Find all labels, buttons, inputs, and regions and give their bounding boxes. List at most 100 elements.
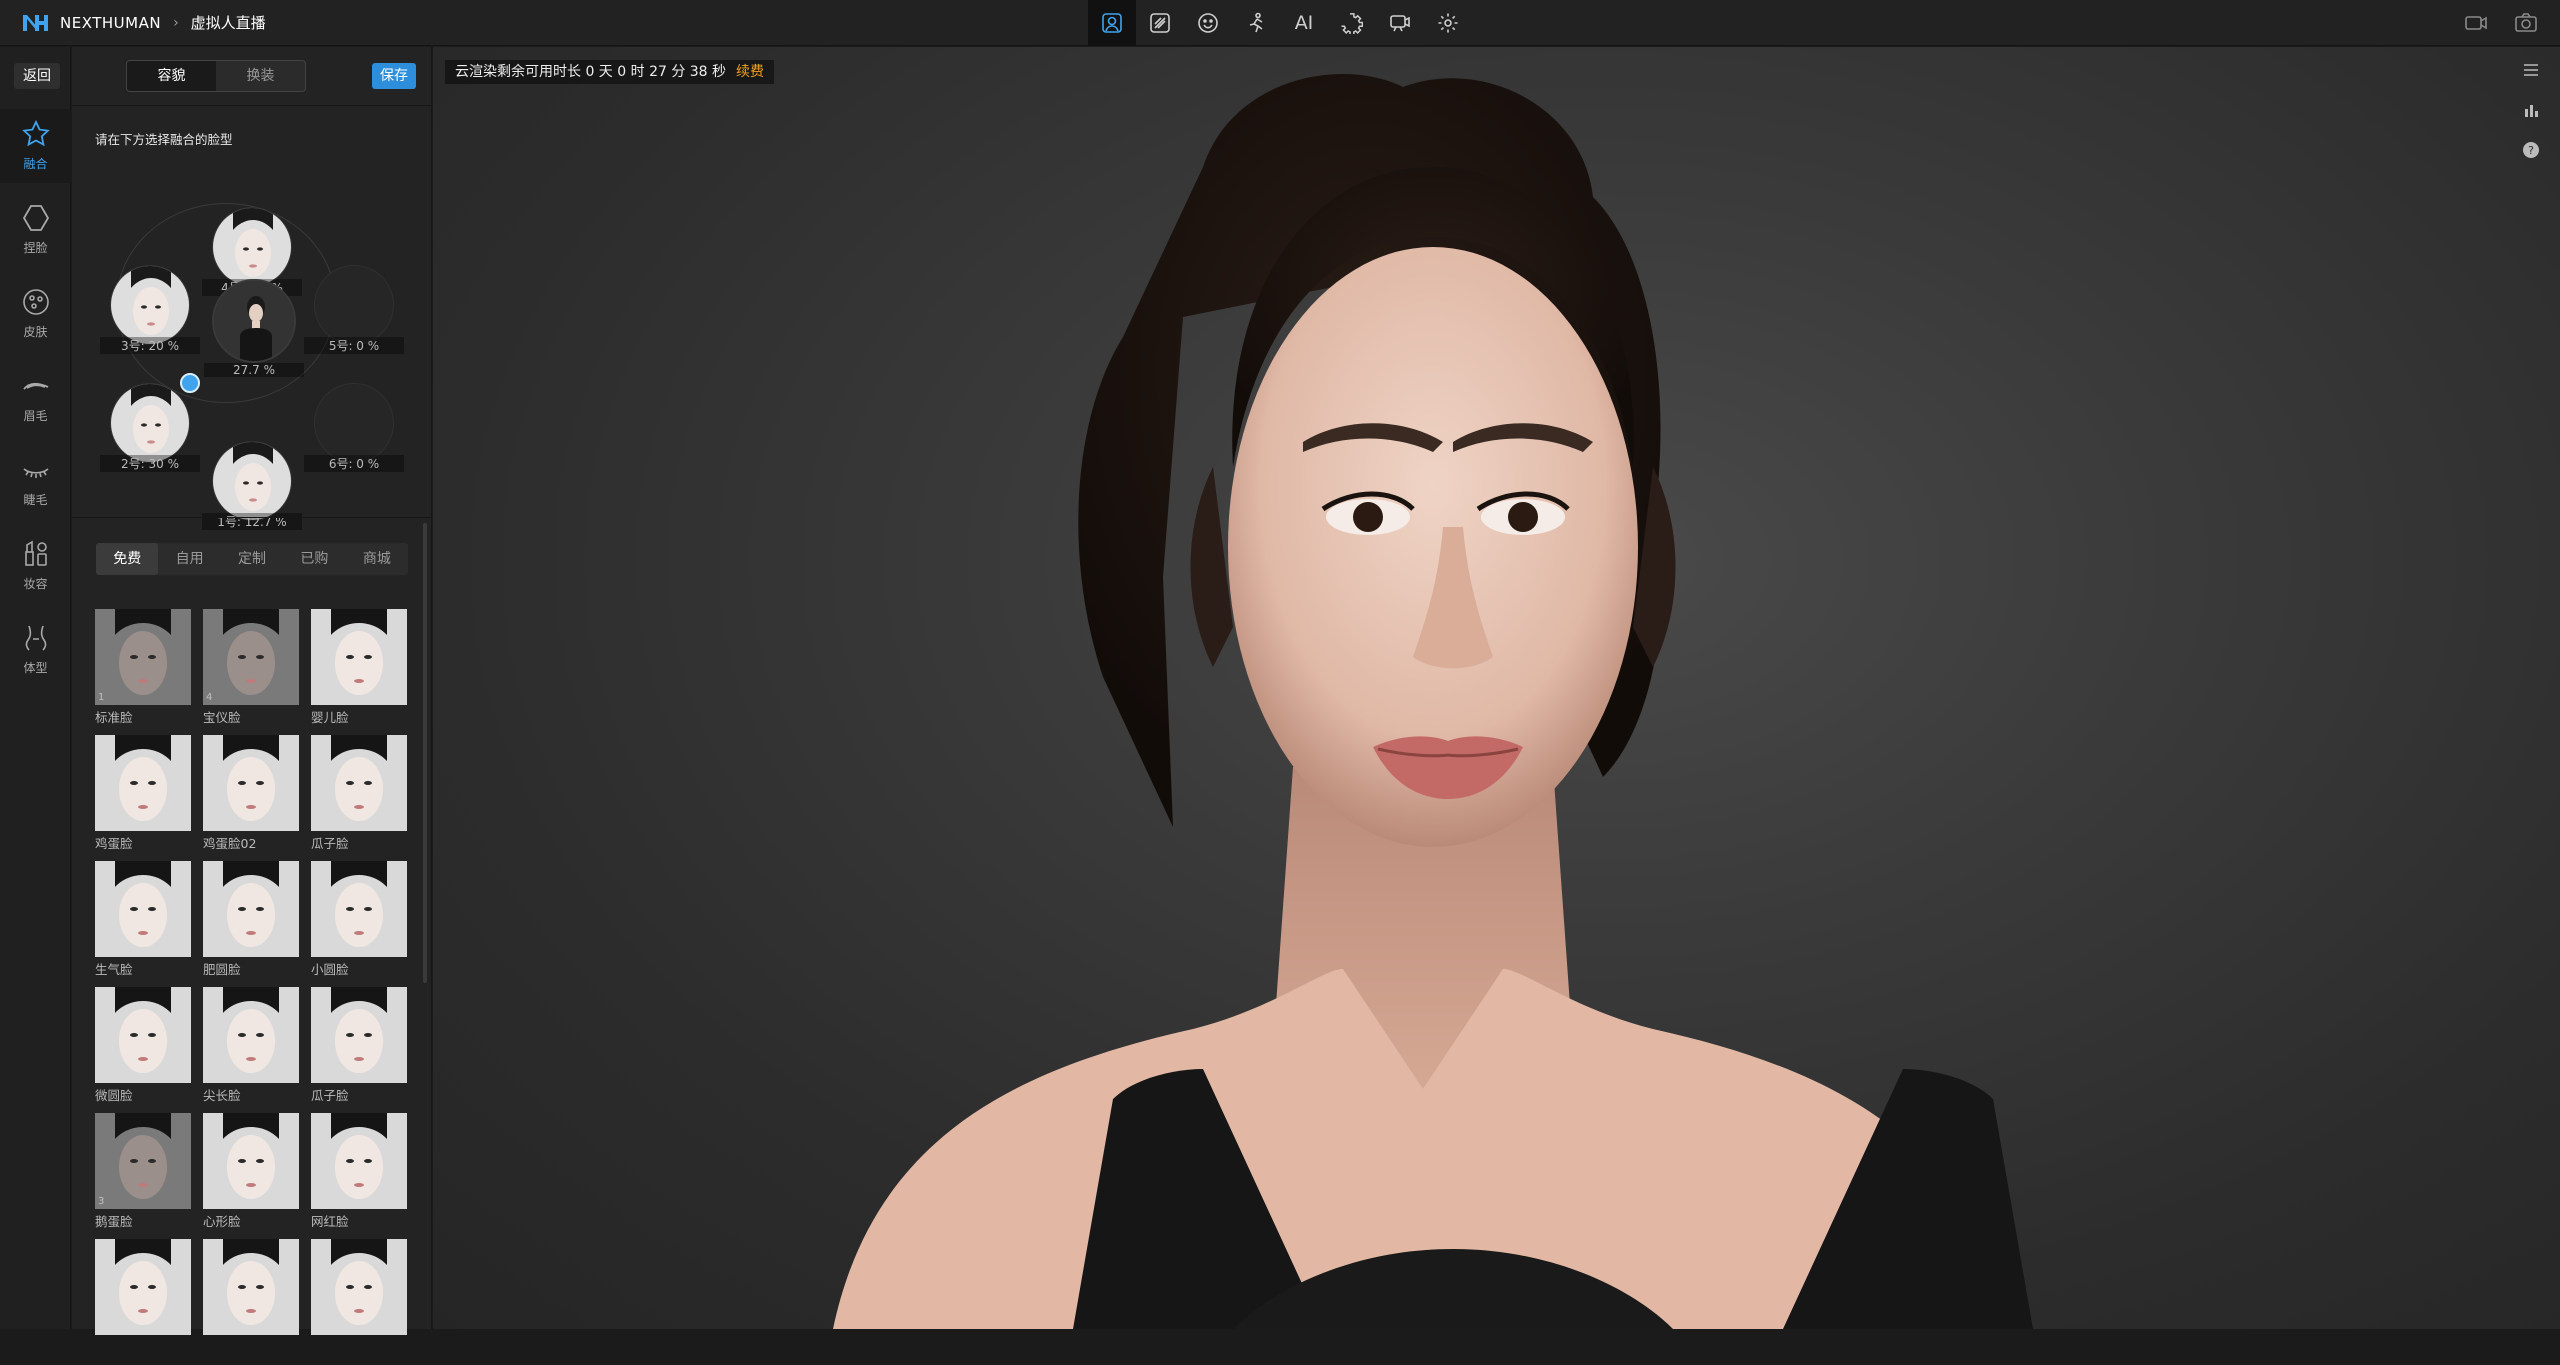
back-button[interactable]: 返回: [14, 63, 60, 89]
tab-free[interactable]: 免费: [96, 543, 159, 575]
nav-item-body[interactable]: 体型: [0, 613, 71, 687]
edit-panel: 容貌 换装 保存 请在下方选择融合的脸型 4号: 9.6 % 3号: 20 %: [72, 47, 432, 1335]
preset-card[interactable]: [95, 1239, 191, 1365]
preset-card[interactable]: 瓜子脸: [311, 735, 407, 861]
nav-item-label: 体型: [23, 661, 48, 675]
preset-card[interactable]: 肥圆脸: [203, 861, 299, 987]
help-icon[interactable]: ?: [2522, 141, 2540, 159]
edit-brush-icon[interactable]: [1136, 0, 1184, 46]
live-stream-icon[interactable]: [1376, 0, 1424, 46]
stats-icon[interactable]: [2522, 101, 2540, 119]
side-nav: 返回 融合 捏脸 皮肤 眉毛 睫毛 妆容 体型: [0, 47, 71, 1329]
preset-label: 心形脸: [203, 1214, 241, 1229]
preset-card[interactable]: 网红脸: [311, 1113, 407, 1239]
nav-item-blend[interactable]: 融合: [0, 109, 71, 183]
preset-card[interactable]: 瓜子脸: [311, 987, 407, 1113]
preset-card[interactable]: 3 鹅蛋脸: [95, 1113, 191, 1239]
tab-custom[interactable]: 定制: [221, 543, 283, 575]
preset-tabs: 免费 自用 定制 已购 商城: [96, 543, 408, 575]
blend-handle[interactable]: [180, 373, 200, 393]
preset-thumbnail: [203, 735, 299, 831]
preset-thumbnail: [311, 987, 407, 1083]
nav-item-eyelash[interactable]: 睫毛: [0, 445, 71, 519]
screenshot-icon[interactable]: [2514, 12, 2538, 34]
menu-icon[interactable]: [2522, 61, 2540, 79]
breadcrumb-separator: ›: [173, 14, 179, 31]
skin-icon: [22, 289, 49, 315]
render-viewport[interactable]: 云渲染剩余可用时长 0 天 0 时 27 分 38 秒续费 ?: [433, 47, 2560, 1329]
camera-record-icon[interactable]: [2464, 12, 2488, 34]
preset-card[interactable]: 鸡蛋脸: [95, 735, 191, 861]
nav-item-sculpt[interactable]: 捏脸: [0, 193, 71, 267]
preset-card[interactable]: 微圆脸: [95, 987, 191, 1113]
blend-wheel: 4号: 9.6 % 3号: 20 % 5号: 0 % 27.7 %: [72, 147, 432, 547]
face-thumbnail: [213, 208, 291, 286]
preset-label: 婴儿脸: [311, 710, 349, 725]
settings-icon[interactable]: [1424, 0, 1472, 46]
preset-card[interactable]: [311, 1239, 407, 1365]
face-thumbnail: [111, 384, 189, 462]
divider: [72, 105, 432, 106]
preset-number: 4: [206, 692, 213, 703]
preset-label: 宝仪脸: [203, 710, 241, 725]
preset-thumbnail: [95, 861, 191, 957]
preset-thumbnail: [203, 1239, 299, 1335]
tab-outfit[interactable]: 换装: [216, 61, 305, 91]
makeup-icon: [24, 540, 47, 566]
preset-label: 鹅蛋脸: [95, 1214, 133, 1229]
body-icon: [25, 625, 46, 651]
renew-link[interactable]: 续费: [736, 64, 764, 80]
face-expression-icon[interactable]: [1184, 0, 1232, 46]
blend-slot-6[interactable]: [314, 383, 394, 463]
blend-slot-3-label: 3号: 20 %: [100, 337, 200, 354]
breadcrumb-page[interactable]: 虚拟人直播: [191, 12, 266, 33]
preset-card[interactable]: 4 宝仪脸: [203, 609, 299, 735]
mode-switch: 容貌 换装: [126, 60, 306, 92]
blend-slot-2-label: 2号: 30 %: [100, 455, 200, 472]
nav-item-eyebrow[interactable]: 眉毛: [0, 361, 71, 435]
blend-slot-4[interactable]: [212, 207, 292, 287]
preset-thumbnail: [311, 861, 407, 957]
blend-result: [212, 279, 296, 363]
blend-slot-5-label: 5号: 0 %: [304, 337, 404, 354]
preset-scrollbar[interactable]: [423, 523, 427, 983]
blend-slot-2[interactable]: [110, 383, 190, 463]
tab-appearance[interactable]: 容貌: [127, 61, 216, 91]
blend-title: 请在下方选择融合的脸型: [95, 132, 233, 147]
divider: [72, 517, 432, 518]
avatar-icon[interactable]: [1088, 0, 1136, 46]
nav-item-skin[interactable]: 皮肤: [0, 277, 71, 351]
blend-slot-1[interactable]: [212, 441, 292, 521]
tab-store[interactable]: 商城: [346, 543, 408, 575]
preset-card[interactable]: 尖长脸: [203, 987, 299, 1113]
hexagon-icon: [22, 205, 49, 231]
top-bar: NEXTHUMAN › 虚拟人直播 AI: [0, 0, 2560, 46]
preset-card[interactable]: 婴儿脸: [311, 609, 407, 735]
preset-card[interactable]: 1 标准脸: [95, 609, 191, 735]
tab-purchased[interactable]: 已购: [283, 543, 345, 575]
preset-label: 微圆脸: [95, 1088, 133, 1103]
nav-item-makeup[interactable]: 妆容: [0, 529, 71, 603]
save-button[interactable]: 保存: [372, 63, 416, 89]
blend-slot-3[interactable]: [110, 265, 190, 345]
gear-puzzle-icon[interactable]: [1328, 0, 1376, 46]
ai-icon[interactable]: AI: [1280, 0, 1328, 46]
preset-thumbnail: [95, 1239, 191, 1335]
tab-own[interactable]: 自用: [158, 543, 220, 575]
blend-slot-5[interactable]: [314, 265, 394, 345]
preset-label: 尖长脸: [203, 1088, 241, 1103]
preset-label: 标准脸: [95, 710, 133, 725]
preset-card[interactable]: 生气脸: [95, 861, 191, 987]
face-thumbnail: [111, 266, 189, 344]
preset-card[interactable]: 小圆脸: [311, 861, 407, 987]
brand[interactable]: NEXTHUMAN › 虚拟人直播: [22, 12, 266, 33]
nav-item-label: 妆容: [23, 577, 48, 591]
preset-card[interactable]: 心形脸: [203, 1113, 299, 1239]
blend-result-label: 27.7 %: [204, 363, 304, 377]
eyelash-icon: [22, 468, 49, 478]
preset-card[interactable]: [203, 1239, 299, 1365]
preset-thumbnail: [95, 735, 191, 831]
preset-label: 瓜子脸: [311, 1088, 349, 1103]
motion-icon[interactable]: [1232, 0, 1280, 46]
preset-card[interactable]: 鸡蛋脸02: [203, 735, 299, 861]
